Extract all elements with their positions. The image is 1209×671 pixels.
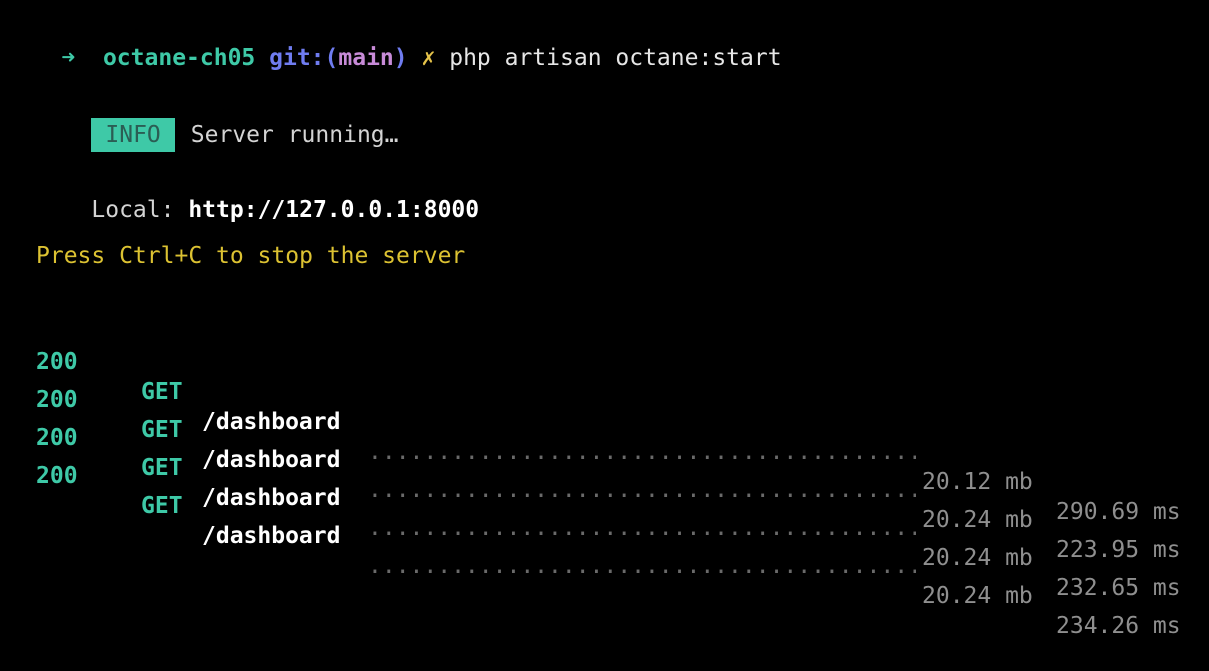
- info-line: INFO Server running…: [36, 88, 399, 152]
- request-dots-leader: ........................................…: [368, 553, 916, 579]
- info-message: Server running…: [190, 122, 399, 148]
- local-label: Local:: [91, 197, 189, 223]
- request-path: /dashboard: [202, 485, 341, 511]
- git-branch: main: [338, 45, 394, 71]
- request-memory: 20.12 mb: [922, 469, 1033, 495]
- request-row: 200 GET /dashboard .....................…: [36, 431, 1196, 639]
- request-dots-leader: ........................................…: [368, 477, 916, 503]
- request-method: GET: [141, 493, 183, 519]
- prompt-arrow-icon: ➜: [61, 45, 76, 71]
- prompt-line: ➜ octane-ch05 git:(main) ✗ php artisan o…: [6, 13, 781, 71]
- request-memory: 20.24 mb: [922, 545, 1033, 571]
- prompt-directory: octane-ch05: [102, 45, 256, 71]
- git-label-close: ): [393, 45, 408, 71]
- dirty-marker-icon: ✗: [421, 45, 436, 71]
- request-memory: 20.24 mb: [922, 507, 1033, 533]
- request-duration: 223.95 ms: [1056, 537, 1181, 563]
- request-path: /dashboard: [202, 523, 341, 549]
- request-memory: 20.24 mb: [922, 583, 1033, 609]
- request-duration: 290.69 ms: [1056, 499, 1181, 525]
- local-url-link[interactable]: http://127.0.0.1:8000: [188, 197, 479, 223]
- terminal-window[interactable]: ➜ octane-ch05 git:(main) ✗ php artisan o…: [0, 0, 1209, 639]
- request-status: 200: [36, 463, 78, 489]
- request-row: 200 GET /dashboard .....................…: [36, 393, 1196, 601]
- command-text: php artisan octane:start: [449, 45, 782, 71]
- stop-hint: Press Ctrl+C to stop the server: [36, 243, 466, 269]
- git-label: git:(: [269, 45, 339, 71]
- request-row: 200 GET /dashboard .....................…: [36, 355, 1196, 563]
- local-line: Local: http://127.0.0.1:8000: [36, 165, 479, 223]
- request-duration: 234.26 ms: [1056, 613, 1181, 639]
- request-duration: 232.65 ms: [1056, 575, 1181, 601]
- request-row: 200 GET /dashboard .....................…: [36, 317, 1196, 525]
- info-badge: INFO: [91, 118, 175, 152]
- request-dots-leader: ........................................…: [368, 515, 916, 541]
